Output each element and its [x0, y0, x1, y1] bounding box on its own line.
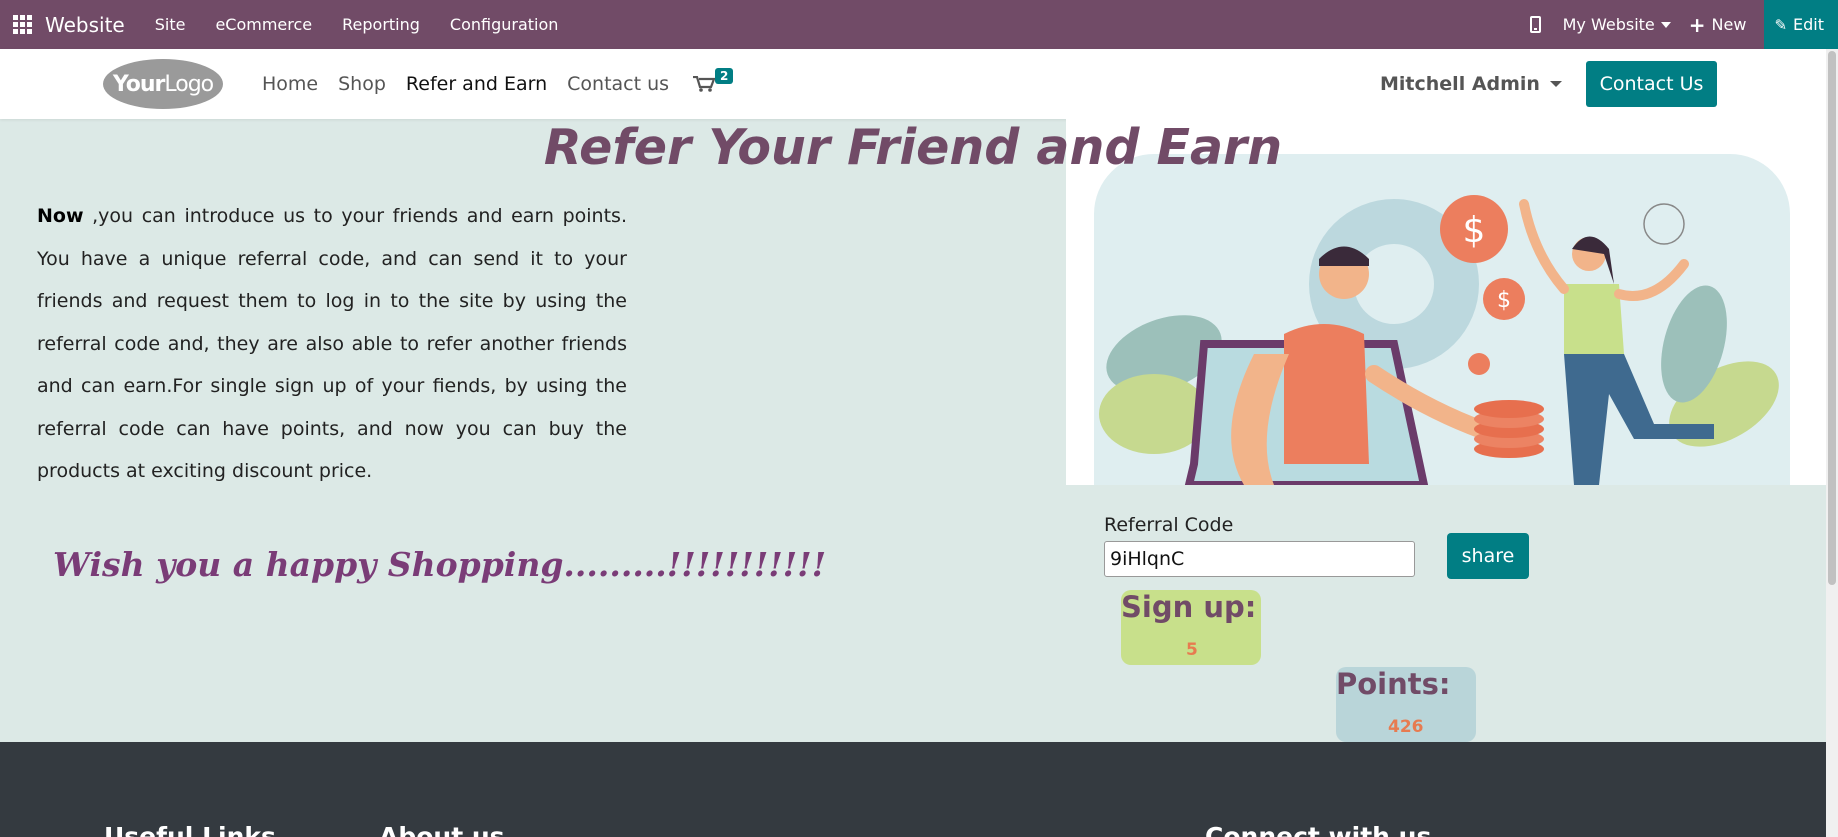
footer-heading-connect: Connect with us — [1205, 822, 1432, 837]
logo-text-light: Logo — [164, 71, 214, 97]
footer-heading-about-us: About us — [379, 822, 505, 837]
edit-button[interactable]: ✎ Edit — [1764, 0, 1838, 49]
svg-text:$: $ — [1463, 210, 1486, 251]
page-scrollbar[interactable] — [1826, 49, 1838, 837]
intro-paragraph: Now ,you can introduce us to your friend… — [37, 195, 627, 493]
wish-message: Wish you a happy Shopping.........!!!!!!… — [53, 545, 827, 584]
referral-code-field[interactable] — [1104, 541, 1415, 577]
plus-icon: + — [1688, 12, 1706, 37]
mobile-preview-button[interactable] — [1529, 16, 1545, 33]
intro-text: ,you can introduce us to your friends an… — [37, 205, 627, 482]
page-title: Refer Your Friend and Earn — [543, 119, 1283, 176]
menu-reporting[interactable]: Reporting — [342, 15, 420, 34]
points-label: Points: — [1336, 667, 1451, 701]
app-brand[interactable]: Website — [45, 13, 125, 37]
user-menu[interactable]: Mitchell Admin — [1380, 73, 1562, 95]
points-card: Points: 426 — [1336, 667, 1476, 742]
new-button-label: New — [1711, 15, 1747, 34]
refer-illustration: $ $ — [1094, 154, 1790, 485]
intro-bold-word: Now — [37, 205, 84, 227]
svg-text:$: $ — [1497, 288, 1511, 313]
nav-contact-us[interactable]: Contact us — [567, 73, 669, 95]
website-selector[interactable]: My Website — [1563, 15, 1671, 34]
signup-value: 5 — [1186, 640, 1198, 660]
user-name: Mitchell Admin — [1380, 73, 1540, 95]
nav-refer-and-earn[interactable]: Refer and Earn — [406, 73, 547, 95]
site-logo[interactable]: Your Logo — [103, 59, 223, 109]
pencil-icon: ✎ — [1774, 15, 1788, 34]
shopping-cart-icon — [693, 76, 715, 92]
menu-configuration[interactable]: Configuration — [450, 15, 559, 34]
signup-count-card: Sign up: 5 — [1121, 590, 1261, 665]
chevron-down-icon — [1660, 21, 1671, 28]
menu-ecommerce[interactable]: eCommerce — [215, 15, 312, 34]
contact-us-button[interactable]: Contact Us — [1586, 61, 1717, 107]
site-footer: Useful Links About us Connect with us — [0, 742, 1826, 837]
mobile-phone-icon — [1529, 16, 1541, 33]
share-button[interactable]: share — [1447, 533, 1529, 579]
edit-button-label: Edit — [1793, 15, 1824, 34]
chevron-down-icon — [1549, 81, 1562, 87]
menu-site[interactable]: Site — [155, 15, 186, 34]
points-value: 426 — [1388, 717, 1424, 737]
website-selector-label: My Website — [1562, 15, 1655, 34]
cart-count-badge: 2 — [715, 68, 734, 84]
admin-topbar: Website Site eCommerce Reporting Configu… — [0, 0, 1838, 49]
referral-code-label: Referral Code — [1104, 514, 1234, 536]
main-nav: Home Shop Refer and Earn Contact us — [262, 73, 689, 95]
nav-home[interactable]: Home — [262, 73, 318, 95]
site-header: Your Logo Home Shop Refer and Earn Contac… — [0, 49, 1826, 119]
footer-heading-useful-links: Useful Links — [104, 822, 276, 837]
logo-text-bold: Your — [112, 71, 166, 97]
signup-label: Sign up: — [1121, 590, 1257, 624]
nav-shop[interactable]: Shop — [338, 73, 386, 95]
apps-menu-icon[interactable] — [2, 0, 42, 49]
scrollbar-thumb[interactable] — [1828, 51, 1836, 585]
new-button[interactable]: + New — [1689, 15, 1747, 35]
